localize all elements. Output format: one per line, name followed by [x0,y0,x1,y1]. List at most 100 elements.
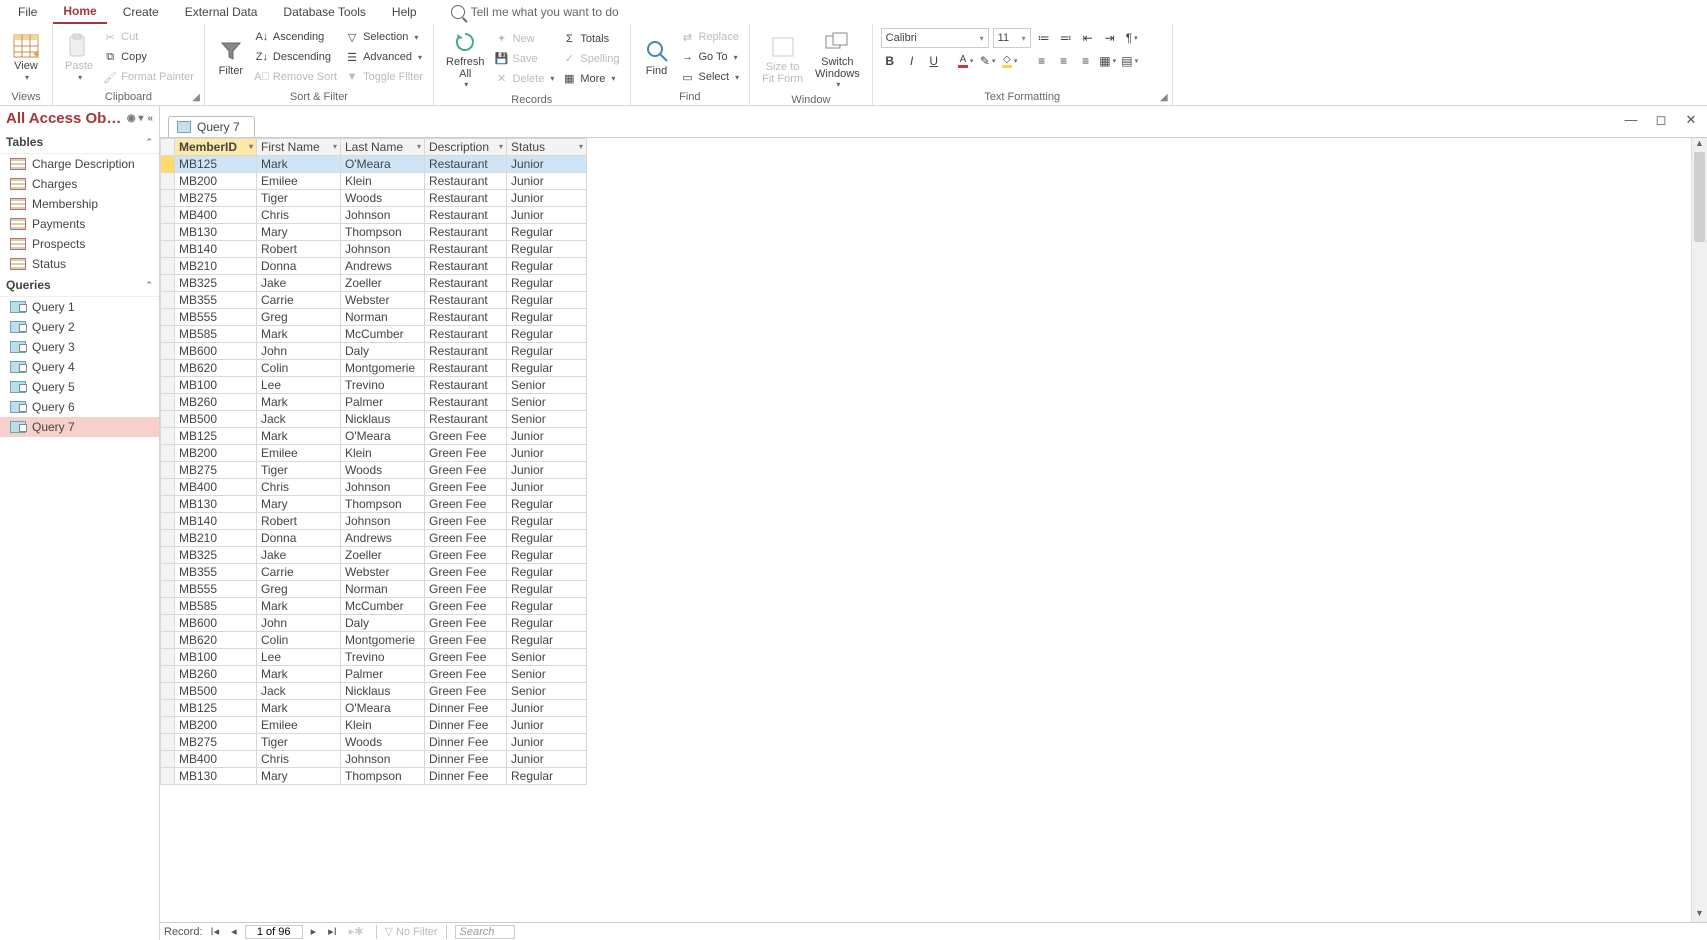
align-right-button[interactable]: ≡ [1077,52,1095,70]
cell[interactable]: MB200 [175,445,257,462]
row-selector[interactable] [161,428,175,445]
menu-tab-help[interactable]: Help [382,1,427,23]
cell[interactable]: O'Meara [341,428,425,445]
menu-tab-external-data[interactable]: External Data [175,1,268,23]
row-selector[interactable] [161,360,175,377]
cell[interactable]: Webster [341,292,425,309]
row-selector[interactable] [161,462,175,479]
cell[interactable]: Green Fee [425,598,507,615]
cell[interactable]: Green Fee [425,683,507,700]
cell[interactable]: Junior [507,479,587,496]
cell[interactable]: MB600 [175,615,257,632]
cell[interactable]: MB130 [175,224,257,241]
italic-button[interactable]: I [903,52,921,70]
cell[interactable]: Restaurant [425,326,507,343]
cell[interactable]: Mark [257,326,341,343]
row-selector[interactable] [161,258,175,275]
underline-button[interactable]: U [925,52,943,70]
cell[interactable]: Restaurant [425,343,507,360]
cell[interactable]: Donna [257,530,341,547]
cell[interactable]: Chris [257,479,341,496]
table-row[interactable]: MB260MarkPalmerRestaurantSenior [161,394,587,411]
row-selector[interactable] [161,326,175,343]
cell[interactable]: MB400 [175,751,257,768]
table-row[interactable]: MB275TigerWoodsDinner FeeJunior [161,734,587,751]
cell[interactable]: Restaurant [425,156,507,173]
row-selector[interactable] [161,224,175,241]
cell[interactable]: Johnson [341,241,425,258]
column-header-last-name[interactable]: Last Name▾ [341,139,425,156]
select-all-cell[interactable] [161,139,175,156]
cell[interactable]: Johnson [341,479,425,496]
cell[interactable]: Greg [257,581,341,598]
nav-item-query-2[interactable]: Query 2 [0,317,159,337]
cell[interactable]: Green Fee [425,496,507,513]
cell[interactable]: Senior [507,377,587,394]
cell[interactable]: Dinner Fee [425,751,507,768]
cell[interactable]: Andrews [341,258,425,275]
cell[interactable]: MB275 [175,734,257,751]
row-selector[interactable] [161,683,175,700]
table-row[interactable]: MB130MaryThompsonRestaurantRegular [161,224,587,241]
cell[interactable]: Regular [507,615,587,632]
text-direction-button[interactable]: ¶ [1123,29,1141,47]
tell-me-search[interactable]: Tell me what you want to do [451,5,619,19]
vertical-scrollbar[interactable]: ▲ ▼ [1691,138,1707,922]
copy-button[interactable]: ⧉Copy [103,48,194,66]
cell[interactable]: Green Fee [425,649,507,666]
table-row[interactable]: MB355CarrieWebsterRestaurantRegular [161,292,587,309]
cell[interactable]: Jake [257,547,341,564]
cell[interactable]: Thompson [341,224,425,241]
nav-item-query-4[interactable]: Query 4 [0,357,159,377]
table-row[interactable]: MB210DonnaAndrewsGreen FeeRegular [161,530,587,547]
cell[interactable]: Green Fee [425,615,507,632]
cell[interactable]: Senior [507,649,587,666]
cell[interactable]: MB555 [175,581,257,598]
cell[interactable]: Thompson [341,496,425,513]
row-selector[interactable] [161,394,175,411]
cell[interactable]: Junior [507,173,587,190]
cell[interactable]: MB500 [175,411,257,428]
row-selector[interactable] [161,547,175,564]
select-button[interactable]: ▭Select [681,68,740,86]
cell[interactable]: MB355 [175,564,257,581]
cell[interactable]: Tiger [257,190,341,207]
cut-button[interactable]: ✂Cut [103,28,194,46]
goto-button[interactable]: →Go To [681,48,740,66]
cell[interactable]: McCumber [341,326,425,343]
gridlines-button[interactable]: ▦ [1099,52,1117,70]
align-left-button[interactable]: ≡ [1033,52,1051,70]
column-dropdown-icon[interactable]: ▾ [333,142,337,151]
cell[interactable]: Green Fee [425,513,507,530]
cell[interactable]: Daly [341,615,425,632]
table-row[interactable]: MB130MaryThompsonGreen FeeRegular [161,496,587,513]
nav-prev-button[interactable]: ◂ [227,925,241,938]
cell[interactable]: Mark [257,156,341,173]
nav-item-charges[interactable]: Charges [0,174,159,194]
replace-button[interactable]: ⇄Replace [681,28,740,46]
table-row[interactable]: MB585MarkMcCumberGreen FeeRegular [161,598,587,615]
nav-new-button[interactable]: ▸✱ [345,925,368,938]
cell[interactable]: Regular [507,275,587,292]
more-button[interactable]: ▦More [562,70,619,88]
table-row[interactable]: MB400ChrisJohnsonDinner FeeJunior [161,751,587,768]
record-search-input[interactable]: Search [455,925,515,939]
cell[interactable]: MB100 [175,649,257,666]
cell[interactable]: Robert [257,513,341,530]
cell[interactable]: Woods [341,734,425,751]
column-header-first-name[interactable]: First Name▾ [257,139,341,156]
cell[interactable]: Zoeller [341,547,425,564]
row-selector[interactable] [161,190,175,207]
cell[interactable]: MB130 [175,768,257,785]
cell[interactable]: Restaurant [425,207,507,224]
table-row[interactable]: MB125MarkO'MearaRestaurantJunior [161,156,587,173]
cell[interactable]: Mary [257,496,341,513]
cell[interactable]: John [257,615,341,632]
cell[interactable]: Senior [507,394,587,411]
ascending-button[interactable]: A↓Ascending [255,28,337,46]
cell[interactable]: Webster [341,564,425,581]
cell[interactable]: Green Fee [425,581,507,598]
cell[interactable]: Senior [507,683,587,700]
nav-next-button[interactable]: ▸ [307,925,321,938]
cell[interactable]: Restaurant [425,411,507,428]
